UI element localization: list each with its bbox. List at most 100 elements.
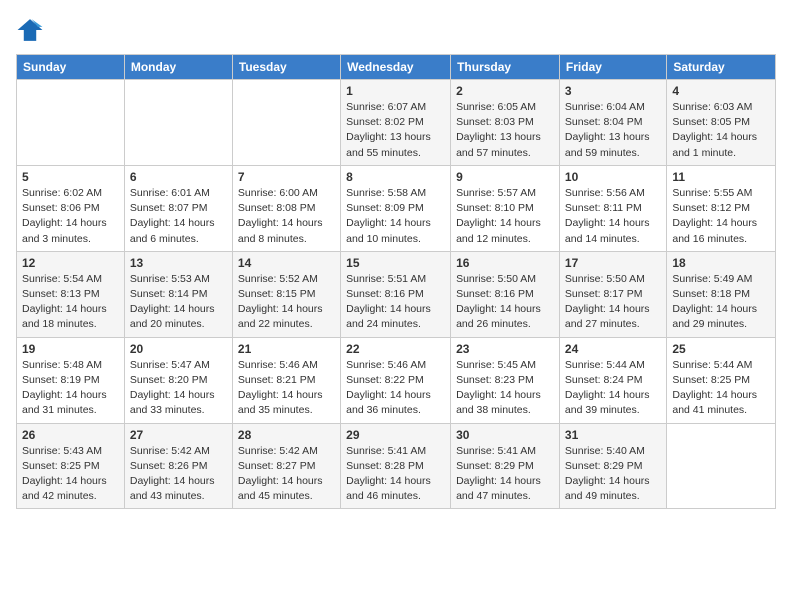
sunset-label: Sunset: 8:29 PM xyxy=(456,460,534,472)
calendar-cell: 30 Sunrise: 5:41 AM Sunset: 8:29 PM Dayl… xyxy=(451,423,560,509)
sunset-label: Sunset: 8:20 PM xyxy=(130,374,208,386)
daylight-label: Daylight: 13 hours and 55 minutes. xyxy=(346,131,431,158)
sunrise-label: Sunrise: 5:52 AM xyxy=(238,273,318,285)
sunrise-label: Sunrise: 5:58 AM xyxy=(346,187,426,199)
calendar-cell: 13 Sunrise: 5:53 AM Sunset: 8:14 PM Dayl… xyxy=(124,251,232,337)
calendar-cell: 18 Sunrise: 5:49 AM Sunset: 8:18 PM Dayl… xyxy=(667,251,776,337)
daylight-label: Daylight: 13 hours and 57 minutes. xyxy=(456,131,541,158)
sunset-label: Sunset: 8:04 PM xyxy=(565,116,643,128)
cell-content: Sunrise: 6:03 AM Sunset: 8:05 PM Dayligh… xyxy=(672,100,770,161)
sunrise-label: Sunrise: 5:48 AM xyxy=(22,359,102,371)
calendar-cell: 16 Sunrise: 5:50 AM Sunset: 8:16 PM Dayl… xyxy=(451,251,560,337)
day-number: 27 xyxy=(130,428,227,442)
calendar-cell: 17 Sunrise: 5:50 AM Sunset: 8:17 PM Dayl… xyxy=(559,251,666,337)
sunset-label: Sunset: 8:25 PM xyxy=(672,374,750,386)
sunset-label: Sunset: 8:28 PM xyxy=(346,460,424,472)
cell-content: Sunrise: 5:56 AM Sunset: 8:11 PM Dayligh… xyxy=(565,186,661,247)
cell-content: Sunrise: 6:00 AM Sunset: 8:08 PM Dayligh… xyxy=(238,186,335,247)
sunrise-label: Sunrise: 5:41 AM xyxy=(346,445,426,457)
daylight-label: Daylight: 13 hours and 59 minutes. xyxy=(565,131,650,158)
sunset-label: Sunset: 8:09 PM xyxy=(346,202,424,214)
sunset-label: Sunset: 8:03 PM xyxy=(456,116,534,128)
calendar-cell: 25 Sunrise: 5:44 AM Sunset: 8:25 PM Dayl… xyxy=(667,337,776,423)
daylight-label: Daylight: 14 hours and 8 minutes. xyxy=(238,217,323,244)
calendar-week-2: 5 Sunrise: 6:02 AM Sunset: 8:06 PM Dayli… xyxy=(17,165,776,251)
day-number: 5 xyxy=(22,170,119,184)
sunrise-label: Sunrise: 5:47 AM xyxy=(130,359,210,371)
daylight-label: Daylight: 14 hours and 38 minutes. xyxy=(456,389,541,416)
cell-content: Sunrise: 6:05 AM Sunset: 8:03 PM Dayligh… xyxy=(456,100,554,161)
calendar-cell: 8 Sunrise: 5:58 AM Sunset: 8:09 PM Dayli… xyxy=(341,165,451,251)
sunset-label: Sunset: 8:25 PM xyxy=(22,460,100,472)
daylight-label: Daylight: 14 hours and 24 minutes. xyxy=(346,303,431,330)
daylight-label: Daylight: 14 hours and 43 minutes. xyxy=(130,475,215,502)
day-number: 30 xyxy=(456,428,554,442)
calendar-cell: 27 Sunrise: 5:42 AM Sunset: 8:26 PM Dayl… xyxy=(124,423,232,509)
sunrise-label: Sunrise: 6:01 AM xyxy=(130,187,210,199)
day-number: 22 xyxy=(346,342,445,356)
calendar-header-row: SundayMondayTuesdayWednesdayThursdayFrid… xyxy=(17,55,776,80)
day-number: 10 xyxy=(565,170,661,184)
col-header-wednesday: Wednesday xyxy=(341,55,451,80)
day-number: 26 xyxy=(22,428,119,442)
sunrise-label: Sunrise: 6:07 AM xyxy=(346,101,426,113)
daylight-label: Daylight: 14 hours and 14 minutes. xyxy=(565,217,650,244)
sunrise-label: Sunrise: 5:45 AM xyxy=(456,359,536,371)
calendar-cell xyxy=(667,423,776,509)
calendar-week-3: 12 Sunrise: 5:54 AM Sunset: 8:13 PM Dayl… xyxy=(17,251,776,337)
sunrise-label: Sunrise: 5:50 AM xyxy=(565,273,645,285)
daylight-label: Daylight: 14 hours and 22 minutes. xyxy=(238,303,323,330)
calendar-cell: 21 Sunrise: 5:46 AM Sunset: 8:21 PM Dayl… xyxy=(232,337,340,423)
logo xyxy=(16,16,48,44)
day-number: 15 xyxy=(346,256,445,270)
cell-content: Sunrise: 5:41 AM Sunset: 8:29 PM Dayligh… xyxy=(456,444,554,505)
calendar-cell: 6 Sunrise: 6:01 AM Sunset: 8:07 PM Dayli… xyxy=(124,165,232,251)
sunrise-label: Sunrise: 5:54 AM xyxy=(22,273,102,285)
sunset-label: Sunset: 8:10 PM xyxy=(456,202,534,214)
sunset-label: Sunset: 8:05 PM xyxy=(672,116,750,128)
calendar-cell xyxy=(17,80,125,166)
day-number: 7 xyxy=(238,170,335,184)
sunset-label: Sunset: 8:17 PM xyxy=(565,288,643,300)
cell-content: Sunrise: 5:57 AM Sunset: 8:10 PM Dayligh… xyxy=(456,186,554,247)
cell-content: Sunrise: 5:43 AM Sunset: 8:25 PM Dayligh… xyxy=(22,444,119,505)
cell-content: Sunrise: 5:42 AM Sunset: 8:27 PM Dayligh… xyxy=(238,444,335,505)
cell-content: Sunrise: 5:44 AM Sunset: 8:25 PM Dayligh… xyxy=(672,358,770,419)
cell-content: Sunrise: 5:44 AM Sunset: 8:24 PM Dayligh… xyxy=(565,358,661,419)
daylight-label: Daylight: 14 hours and 12 minutes. xyxy=(456,217,541,244)
daylight-label: Daylight: 14 hours and 10 minutes. xyxy=(346,217,431,244)
sunrise-label: Sunrise: 6:04 AM xyxy=(565,101,645,113)
calendar-cell: 24 Sunrise: 5:44 AM Sunset: 8:24 PM Dayl… xyxy=(559,337,666,423)
col-header-thursday: Thursday xyxy=(451,55,560,80)
day-number: 11 xyxy=(672,170,770,184)
day-number: 31 xyxy=(565,428,661,442)
calendar-cell: 14 Sunrise: 5:52 AM Sunset: 8:15 PM Dayl… xyxy=(232,251,340,337)
day-number: 25 xyxy=(672,342,770,356)
daylight-label: Daylight: 14 hours and 16 minutes. xyxy=(672,217,757,244)
sunset-label: Sunset: 8:07 PM xyxy=(130,202,208,214)
day-number: 2 xyxy=(456,84,554,98)
day-number: 23 xyxy=(456,342,554,356)
sunrise-label: Sunrise: 5:46 AM xyxy=(238,359,318,371)
sunrise-label: Sunrise: 5:49 AM xyxy=(672,273,752,285)
daylight-label: Daylight: 14 hours and 45 minutes. xyxy=(238,475,323,502)
sunset-label: Sunset: 8:16 PM xyxy=(456,288,534,300)
page: SundayMondayTuesdayWednesdayThursdayFrid… xyxy=(0,0,792,521)
cell-content: Sunrise: 5:53 AM Sunset: 8:14 PM Dayligh… xyxy=(130,272,227,333)
sunset-label: Sunset: 8:12 PM xyxy=(672,202,750,214)
cell-content: Sunrise: 5:47 AM Sunset: 8:20 PM Dayligh… xyxy=(130,358,227,419)
sunset-label: Sunset: 8:11 PM xyxy=(565,202,642,214)
header xyxy=(16,16,776,44)
col-header-tuesday: Tuesday xyxy=(232,55,340,80)
cell-content: Sunrise: 6:02 AM Sunset: 8:06 PM Dayligh… xyxy=(22,186,119,247)
sunset-label: Sunset: 8:23 PM xyxy=(456,374,534,386)
day-number: 3 xyxy=(565,84,661,98)
cell-content: Sunrise: 5:40 AM Sunset: 8:29 PM Dayligh… xyxy=(565,444,661,505)
calendar-cell: 26 Sunrise: 5:43 AM Sunset: 8:25 PM Dayl… xyxy=(17,423,125,509)
calendar-cell: 7 Sunrise: 6:00 AM Sunset: 8:08 PM Dayli… xyxy=(232,165,340,251)
day-number: 14 xyxy=(238,256,335,270)
cell-content: Sunrise: 5:48 AM Sunset: 8:19 PM Dayligh… xyxy=(22,358,119,419)
cell-content: Sunrise: 6:07 AM Sunset: 8:02 PM Dayligh… xyxy=(346,100,445,161)
calendar-week-1: 1 Sunrise: 6:07 AM Sunset: 8:02 PM Dayli… xyxy=(17,80,776,166)
day-number: 21 xyxy=(238,342,335,356)
